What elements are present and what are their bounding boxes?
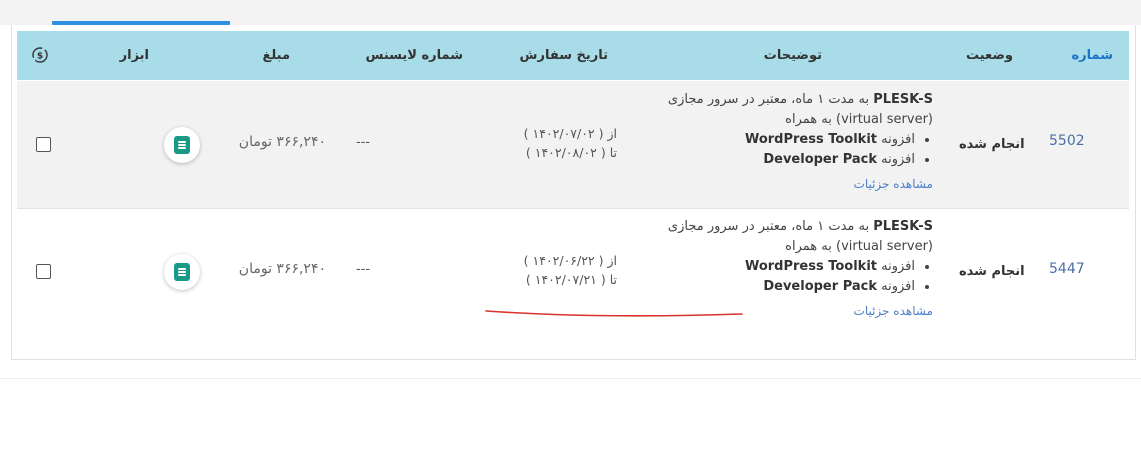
- description-text: (virtual server) به همراه: [785, 112, 933, 127]
- order-number[interactable]: 5447: [1049, 261, 1085, 277]
- product-name: PLESK-S: [873, 219, 933, 234]
- table-row: 5502 انجام شده PLESK-S به مدت ۱ ماه، معت…: [17, 81, 1129, 209]
- order-amount: ۳۶۶,۲۴۰ تومان: [238, 261, 326, 277]
- order-date-range: از ( ۱۴۰۲/۰۶/۲۲ ) تا ( ۱۴۰۲/۰۷/۲۱ ): [524, 251, 617, 289]
- addon-prefix: افزونه: [877, 259, 915, 274]
- header-tools: ابزار: [119, 48, 149, 63]
- invoice-button[interactable]: [164, 254, 200, 290]
- order-number[interactable]: 5502: [1049, 133, 1085, 149]
- date-from: از ( ۱۴۰۲/۰۷/۰۲ ): [523, 126, 617, 141]
- header-status: وضعیت: [965, 48, 1013, 63]
- date-to: تا ( ۱۴۰۲/۰۷/۲۱ ): [525, 272, 617, 287]
- header-license-number: شماره لایسنس: [365, 48, 463, 63]
- invoice-button[interactable]: [164, 127, 200, 163]
- date-to: تا ( ۱۴۰۲/۰۸/۰۲ ): [525, 145, 617, 160]
- header-order-date: تاریخ سفارش: [519, 48, 608, 63]
- description-text: به مدت ۱ ماه، معتبر در سرور مجازی: [667, 219, 874, 234]
- addon-prefix: افزونه: [877, 152, 915, 167]
- description-text: (virtual server) به همراه: [785, 239, 933, 254]
- divider: [0, 378, 1141, 379]
- header-description: توضیحات: [763, 48, 822, 63]
- addon-name: WordPress Toolkit: [744, 132, 877, 147]
- header-number[interactable]: شماره: [1071, 31, 1113, 80]
- header-amount: مبلغ: [262, 48, 290, 63]
- order-date-range: از ( ۱۴۰۲/۰۷/۰۲ ) تا ( ۱۴۰۲/۰۸/۰۲ ): [524, 124, 617, 162]
- list-item: افزونه Developer Pack: [668, 277, 915, 297]
- addon-name: WordPress Toolkit: [744, 259, 877, 274]
- addon-prefix: افزونه: [877, 132, 915, 147]
- description-text: به مدت ۱ ماه، معتبر در سرور مجازی: [667, 92, 874, 107]
- addon-name: Developer Pack: [763, 152, 877, 167]
- table-header: شماره وضعیت توضیحات تاریخ سفارش شماره لا…: [17, 31, 1129, 80]
- row-select-checkbox[interactable]: [36, 137, 51, 152]
- license-number: ---: [356, 262, 371, 277]
- svg-text:$: $: [37, 52, 43, 62]
- annotation-underline: [485, 310, 743, 317]
- currency-exchange-icon[interactable]: $: [31, 46, 49, 64]
- status-badge: انجام شده: [959, 264, 1025, 279]
- document-icon: [174, 263, 190, 281]
- addon-name: Developer Pack: [763, 279, 877, 294]
- view-details-link[interactable]: مشاهده جزئیات: [854, 177, 933, 191]
- list-item: افزونه WordPress Toolkit: [668, 257, 915, 277]
- date-from: از ( ۱۴۰۲/۰۶/۲۲ ): [523, 253, 617, 268]
- license-number: ---: [356, 135, 371, 150]
- row-select-checkbox[interactable]: [36, 264, 51, 279]
- status-badge: انجام شده: [959, 137, 1025, 152]
- view-details-link[interactable]: مشاهده جزئیات: [854, 304, 933, 318]
- document-icon: [174, 136, 190, 154]
- product-name: PLESK-S: [873, 92, 933, 107]
- addon-prefix: افزونه: [877, 279, 915, 294]
- order-amount: ۳۶۶,۲۴۰ تومان: [238, 134, 326, 150]
- list-item: افزونه WordPress Toolkit: [668, 130, 915, 150]
- list-item: افزونه Developer Pack: [668, 150, 915, 170]
- order-description: PLESK-S به مدت ۱ ماه، معتبر در سرور مجاز…: [668, 90, 933, 195]
